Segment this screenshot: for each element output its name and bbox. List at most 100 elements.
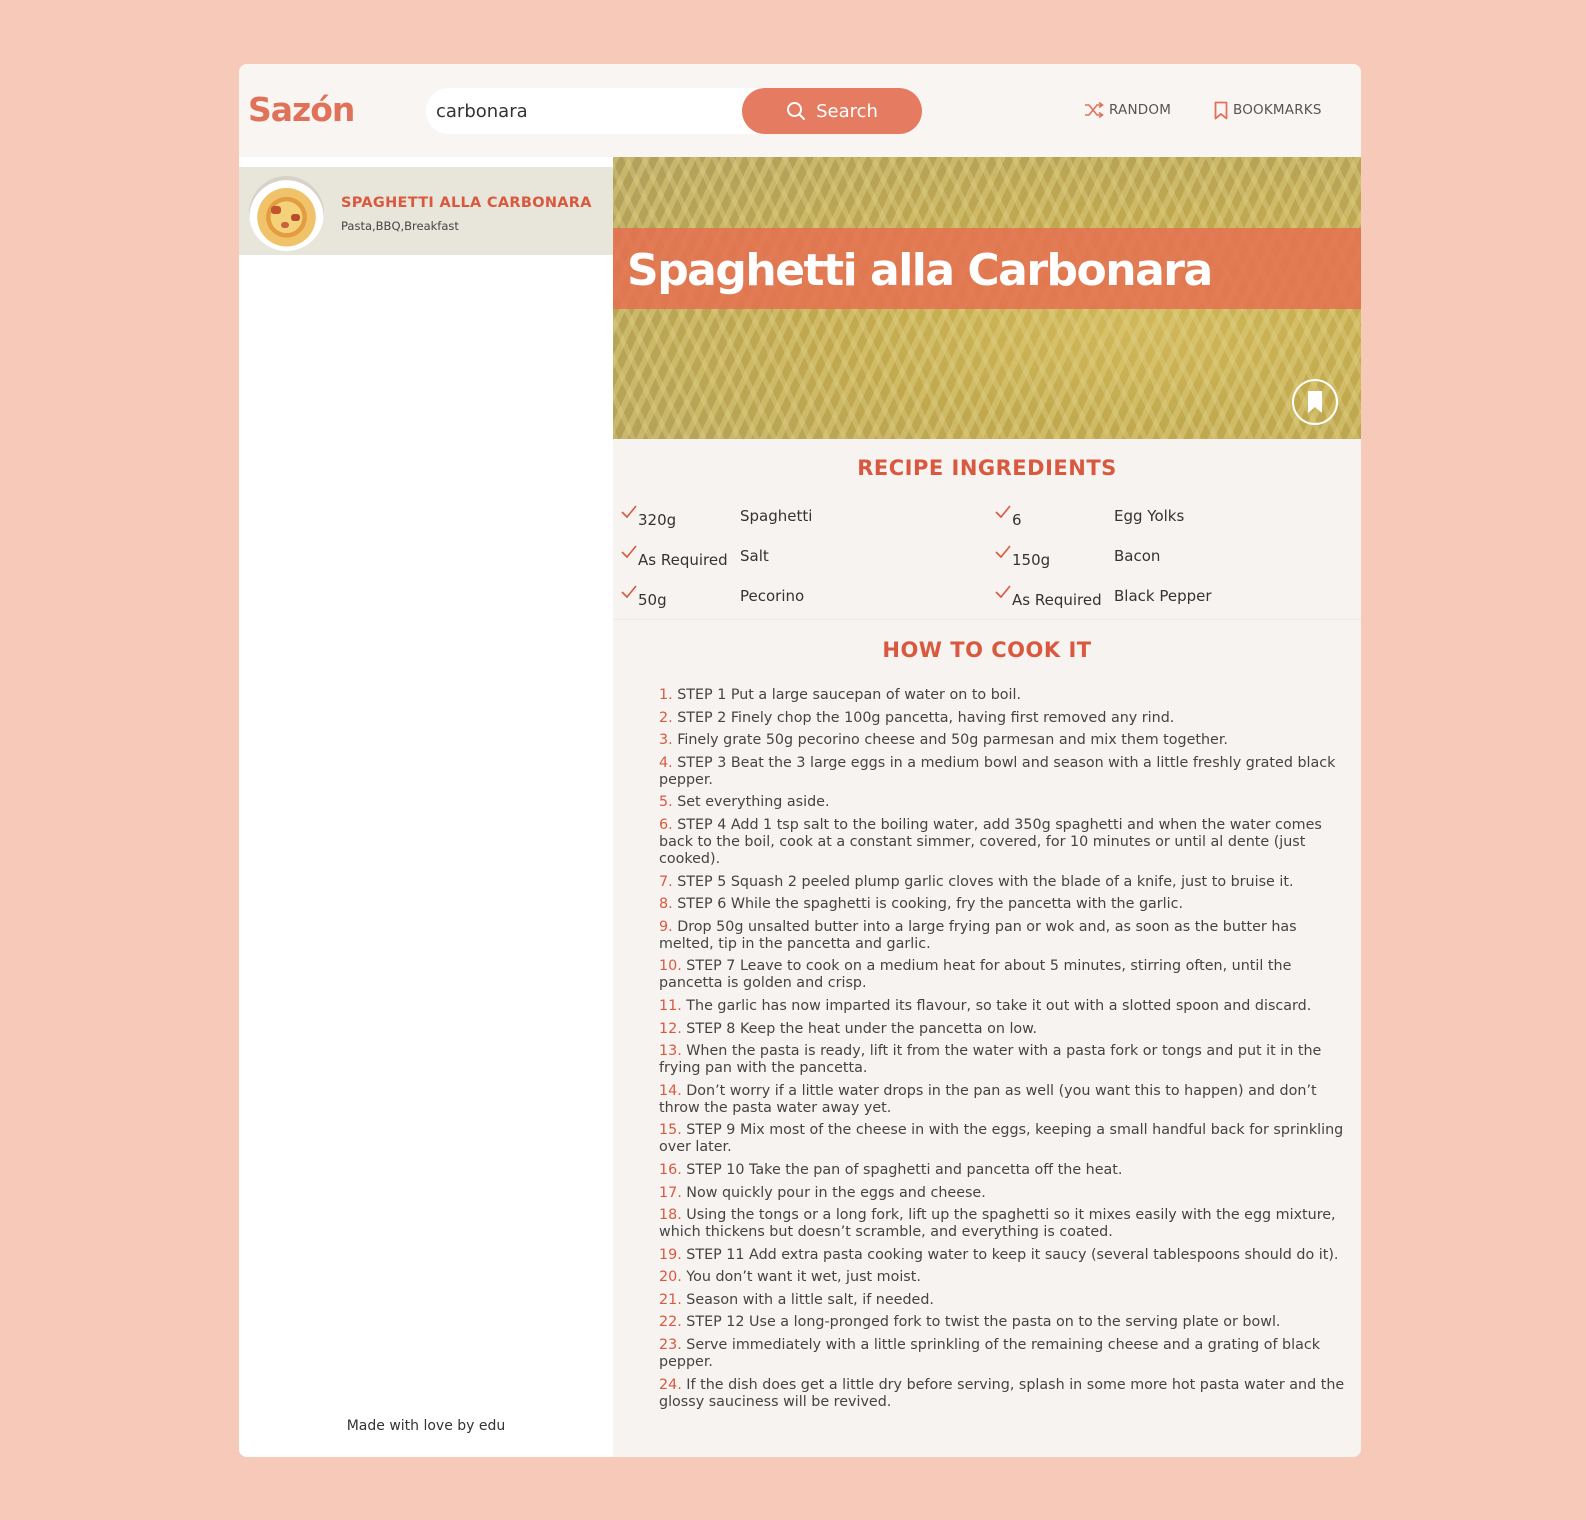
ingredient-quantity: As Required bbox=[1012, 591, 1102, 609]
method-step: 13. When the pasta is ready, lift it fro… bbox=[659, 1043, 1349, 1077]
step-text: STEP 6 While the spaghetti is cooking, f… bbox=[677, 896, 1184, 913]
bookmark-icon bbox=[1308, 391, 1322, 413]
method-step: 20. You don’t want it wet, just moist. bbox=[659, 1269, 1349, 1286]
step-number: 12. bbox=[659, 1020, 687, 1037]
method-step: 9. Drop 50g unsalted butter into a large… bbox=[659, 919, 1349, 953]
method-step: 10. STEP 7 Leave to cook on a medium hea… bbox=[659, 958, 1349, 992]
step-number: 8. bbox=[659, 896, 678, 913]
step-text: Drop 50g unsalted butter into a large fr… bbox=[659, 918, 1297, 952]
bookmark-recipe-button[interactable] bbox=[1292, 379, 1338, 425]
step-number: 4. bbox=[659, 754, 678, 771]
step-text: STEP 10 Take the pan of spaghetti and pa… bbox=[686, 1161, 1123, 1178]
step-text: Set everything aside. bbox=[677, 794, 830, 811]
step-text: Now quickly pour in the eggs and cheese. bbox=[686, 1184, 986, 1201]
check-icon bbox=[621, 545, 637, 559]
method-step: 22. STEP 12 Use a long-pronged fork to t… bbox=[659, 1314, 1349, 1331]
search-button-label: Search bbox=[816, 100, 878, 122]
step-number: 5. bbox=[659, 794, 678, 811]
method-step: 21. Season with a little salt, if needed… bbox=[659, 1292, 1349, 1309]
step-number: 7. bbox=[659, 873, 678, 890]
method-step: 4. STEP 3 Beat the 3 large eggs in a med… bbox=[659, 755, 1349, 789]
result-title: SPAGHETTI ALLA CARBONARA bbox=[341, 195, 592, 211]
step-text: STEP 7 Leave to cook on a medium heat fo… bbox=[659, 958, 1292, 992]
ingredient-quantity: 150g bbox=[1012, 551, 1051, 569]
bookmark-outline-icon bbox=[1214, 101, 1228, 119]
step-text: Serve immediately with a little sprinkli… bbox=[659, 1337, 1321, 1371]
random-label: RANDOM bbox=[1109, 102, 1172, 118]
method-step: 15. STEP 9 Mix most of the cheese in wit… bbox=[659, 1122, 1349, 1156]
step-number: 11. bbox=[659, 997, 687, 1014]
step-number: 16. bbox=[659, 1161, 687, 1178]
header: Sazón Search RANDOM bbox=[239, 64, 1361, 157]
step-text: STEP 11 Add extra pasta cooking water to… bbox=[686, 1246, 1339, 1263]
check-icon bbox=[621, 585, 637, 599]
logo[interactable]: Sazón bbox=[248, 90, 355, 129]
ingredient-name: Bacon bbox=[1114, 547, 1161, 565]
step-number: 24. bbox=[659, 1376, 687, 1393]
ingredient-quantity: 6 bbox=[1012, 511, 1022, 529]
recipe-details: Spaghetti alla Carbonara RECIPE INGREDIE… bbox=[613, 157, 1361, 1457]
ingredient-quantity: 50g bbox=[638, 591, 667, 609]
step-number: 20. bbox=[659, 1269, 687, 1286]
ingredient-name: Spaghetti bbox=[740, 507, 813, 525]
bookmarks-button[interactable]: BOOKMARKS bbox=[1214, 98, 1322, 122]
divider bbox=[613, 619, 1361, 620]
ingredient-name: Egg Yolks bbox=[1114, 507, 1185, 525]
step-text: STEP 2 Finely chop the 100g pancetta, ha… bbox=[677, 709, 1175, 726]
step-number: 14. bbox=[659, 1082, 687, 1099]
footer-credit: Made with love by edu bbox=[346, 1418, 506, 1434]
search-result-item[interactable]: SPAGHETTI ALLA CARBONARA Pasta,BBQ,Break… bbox=[239, 167, 613, 255]
method-step: 8. STEP 6 While the spaghetti is cooking… bbox=[659, 896, 1349, 913]
method-step: 11. The garlic has now imparted its flav… bbox=[659, 998, 1349, 1015]
step-text: When the pasta is ready, lift it from th… bbox=[659, 1043, 1322, 1077]
bookmarks-label: BOOKMARKS bbox=[1233, 102, 1322, 118]
method-step: 24. If the dish does get a little dry be… bbox=[659, 1377, 1349, 1411]
step-text: STEP 1 Put a large saucepan of water on … bbox=[677, 687, 1022, 703]
method-step: 3. Finely grate 50g pecorino cheese and … bbox=[659, 732, 1349, 749]
step-text: Using the tongs or a long fork, lift up … bbox=[659, 1207, 1336, 1241]
search-results-sidebar: SPAGHETTI ALLA CARBONARA Pasta,BBQ,Break… bbox=[239, 157, 613, 1457]
result-tags: Pasta,BBQ,Breakfast bbox=[341, 219, 459, 233]
method-step: 5. Set everything aside. bbox=[659, 794, 1349, 811]
step-text: STEP 3 Beat the 3 large eggs in a medium… bbox=[659, 754, 1336, 788]
recipe-title: Spaghetti alla Carbonara bbox=[627, 245, 1213, 296]
random-button[interactable]: RANDOM bbox=[1084, 98, 1171, 122]
step-number: 19. bbox=[659, 1246, 687, 1263]
step-number: 18. bbox=[659, 1207, 687, 1224]
step-text: STEP 5 Squash 2 peeled plump garlic clov… bbox=[677, 873, 1294, 890]
search-icon bbox=[787, 102, 806, 120]
step-number: 21. bbox=[659, 1291, 687, 1308]
method-step: 18. Using the tongs or a long fork, lift… bbox=[659, 1207, 1349, 1241]
step-text: The garlic has now imparted its flavour,… bbox=[686, 997, 1312, 1014]
ingredient-name: Black Pepper bbox=[1114, 587, 1212, 605]
step-number: 2. bbox=[659, 709, 678, 726]
ingredients-list: 320g Spaghetti 6 Egg Yolks As Required S… bbox=[613, 497, 1361, 622]
ingredient-quantity: As Required bbox=[638, 551, 728, 569]
step-number: 22. bbox=[659, 1314, 687, 1331]
step-text: STEP 8 Keep the heat under the pancetta … bbox=[686, 1020, 1038, 1037]
method-step: 1. STEP 1 Put a large saucepan of water … bbox=[659, 687, 1349, 704]
step-text: STEP 9 Mix most of the cheese in with th… bbox=[659, 1122, 1344, 1156]
method-step: 17. Now quickly pour in the eggs and che… bbox=[659, 1185, 1349, 1202]
ingredient-name: Salt bbox=[740, 547, 769, 565]
search-button[interactable]: Search bbox=[742, 88, 922, 134]
method-steps: 1. STEP 1 Put a large saucepan of water … bbox=[659, 687, 1349, 1416]
check-icon bbox=[995, 585, 1011, 599]
search-input[interactable] bbox=[426, 88, 746, 134]
step-text: STEP 12 Use a long-pronged fork to twist… bbox=[686, 1314, 1281, 1331]
step-number: 9. bbox=[659, 918, 678, 935]
method-step: 16. STEP 10 Take the pan of spaghetti an… bbox=[659, 1162, 1349, 1179]
shuffle-icon bbox=[1085, 102, 1104, 118]
step-number: 10. bbox=[659, 958, 687, 975]
step-text: Finely grate 50g pecorino cheese and 50g… bbox=[677, 732, 1228, 749]
step-number: 23. bbox=[659, 1337, 687, 1354]
check-icon bbox=[621, 505, 637, 519]
method-step: 6. STEP 4 Add 1 tsp salt to the boiling … bbox=[659, 817, 1349, 868]
method-step: 12. STEP 8 Keep the heat under the pance… bbox=[659, 1021, 1349, 1038]
step-number: 6. bbox=[659, 816, 678, 833]
check-icon bbox=[995, 505, 1011, 519]
step-text: If the dish does get a little dry before… bbox=[659, 1376, 1345, 1410]
method-step: 23. Serve immediately with a little spri… bbox=[659, 1337, 1349, 1371]
method-heading: HOW TO COOK IT bbox=[882, 638, 1092, 662]
step-number: 3. bbox=[659, 732, 678, 749]
